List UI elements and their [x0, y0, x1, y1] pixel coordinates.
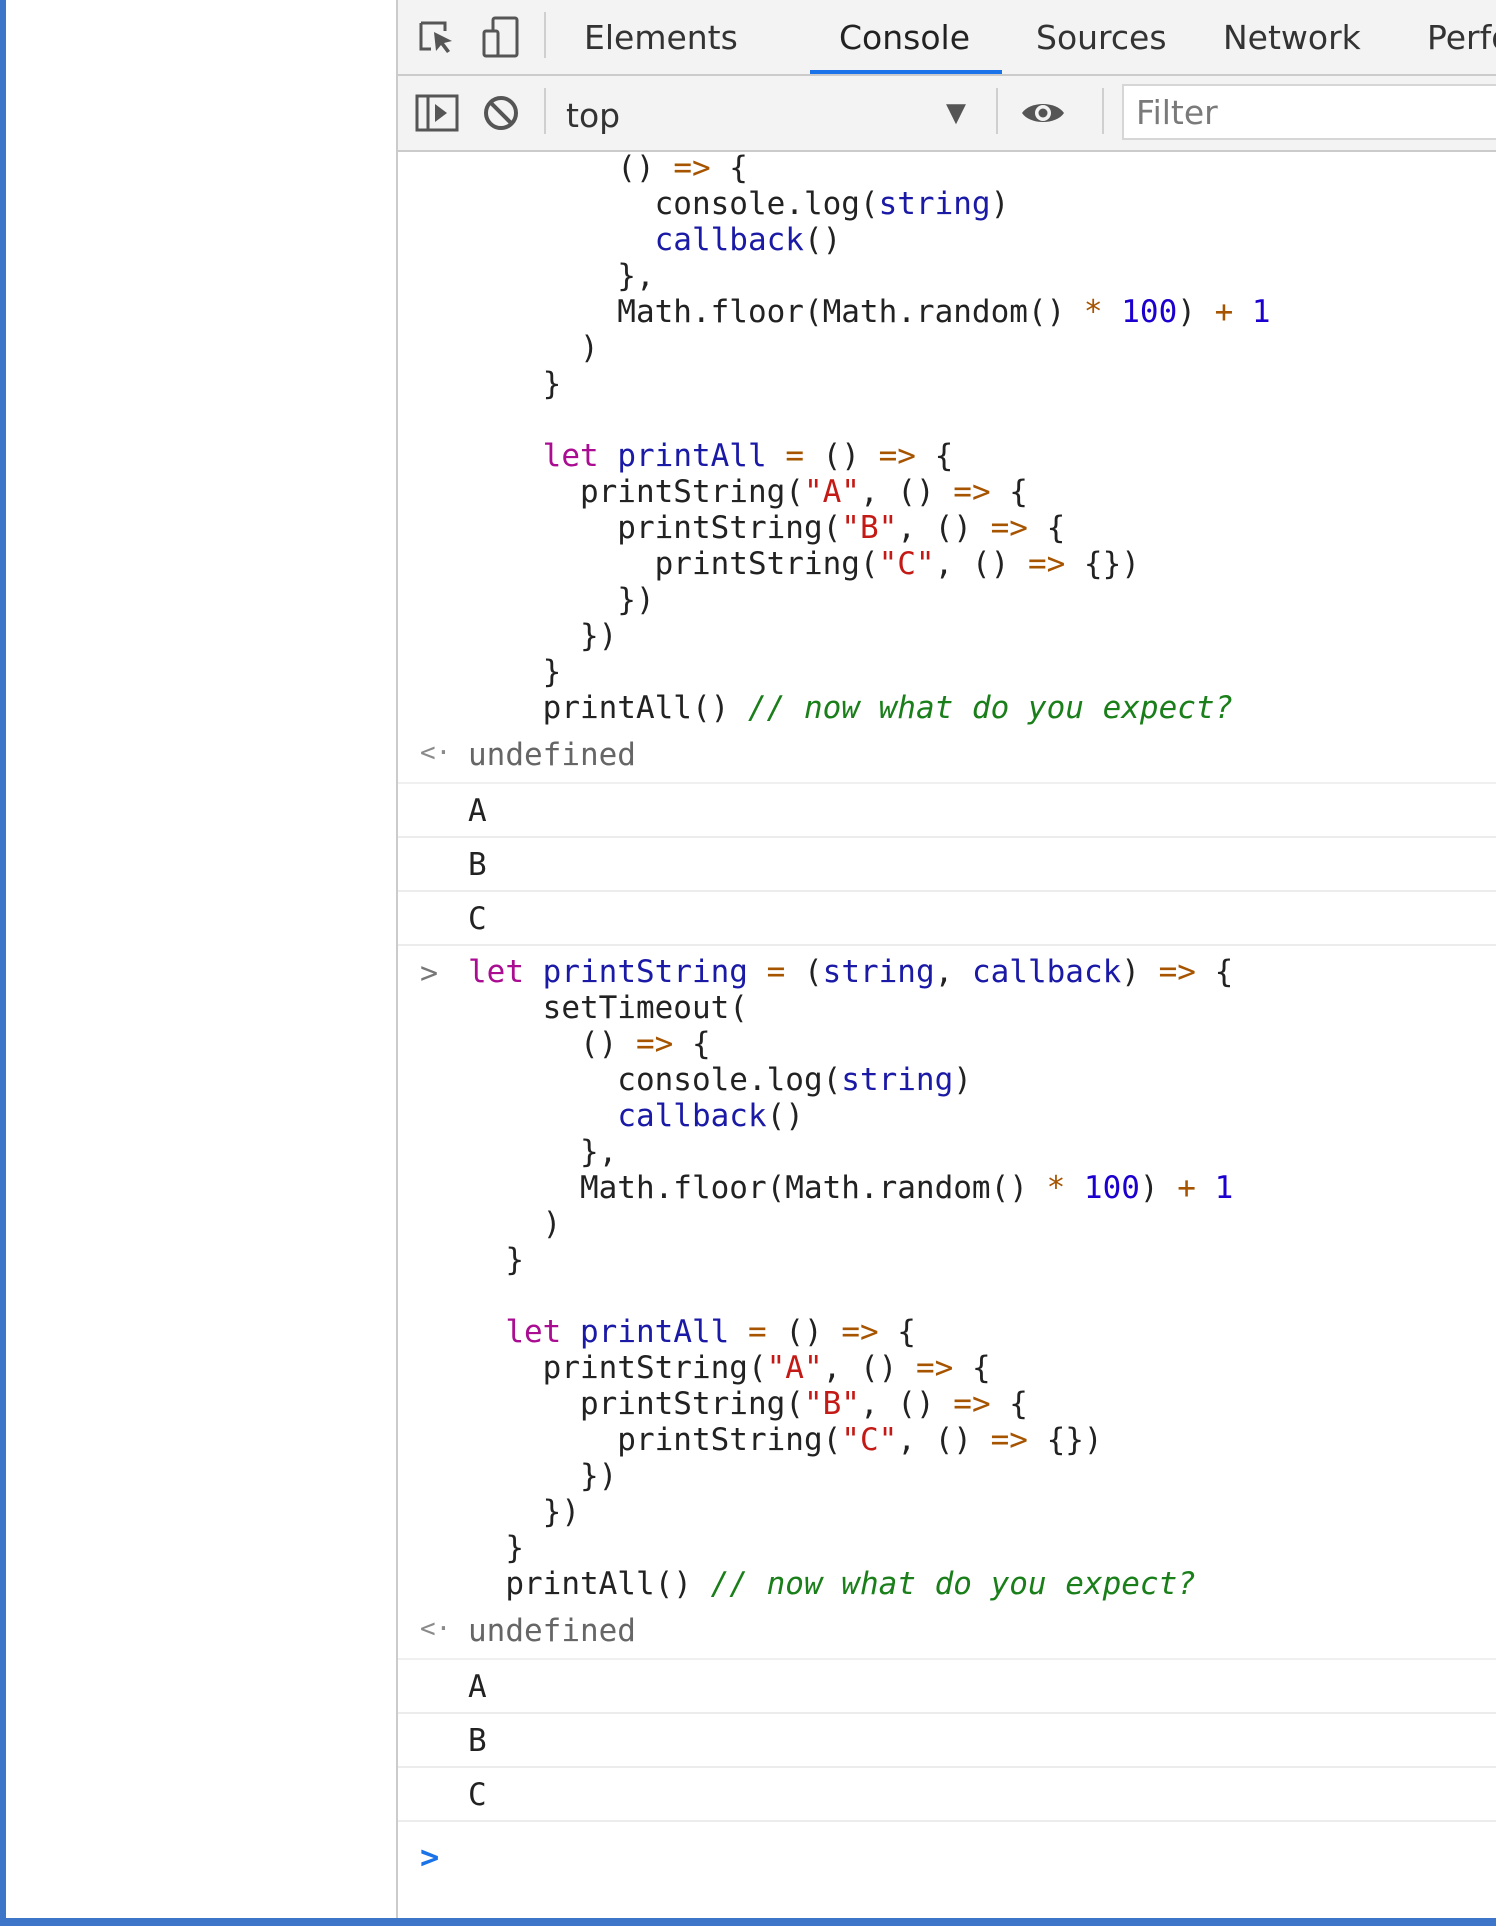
context-selector-label: top — [566, 96, 621, 135]
toolbar-separator — [1102, 88, 1104, 134]
window-frame-bottom — [0, 1918, 1496, 1926]
return-value-arrow-icon: <· — [420, 1614, 452, 1644]
console-log-row: A — [398, 784, 1496, 838]
return-value: undefined — [468, 737, 636, 773]
filter-input-box[interactable] — [1122, 84, 1496, 140]
console-input-entry: > let printString = (string, callback) =… — [398, 946, 1496, 1602]
log-message: B — [468, 1723, 487, 1759]
devtools-panel: Elements Console Sources Network Perfo t… — [396, 0, 1496, 1918]
console-result-row: <· undefined — [398, 730, 1496, 784]
tab-performance[interactable]: Perfo — [1427, 0, 1496, 74]
return-value-arrow-icon: <· — [420, 738, 452, 768]
log-message: B — [468, 847, 487, 883]
filter-input[interactable] — [1124, 86, 1496, 138]
console-log-row: C — [398, 892, 1496, 946]
console-output[interactable]: () => { console.log(string) callback() }… — [398, 152, 1496, 1918]
tab-console-label: Console — [839, 17, 971, 57]
toolbar-separator — [544, 12, 546, 58]
console-log-row: B — [398, 1714, 1496, 1768]
console-log-row: A — [398, 1660, 1496, 1714]
toolbar-separator — [996, 88, 998, 134]
console-messages: () => { console.log(string) callback() }… — [398, 152, 1496, 1902]
console-log-row: C — [398, 1768, 1496, 1822]
context-selector[interactable]: top — [566, 96, 620, 135]
tab-sources[interactable]: Sources — [1036, 0, 1167, 74]
devtools-tabbar: Elements Console Sources Network Perfo — [398, 0, 1496, 76]
tab-console[interactable]: Console — [839, 0, 970, 74]
console-new-input[interactable]: > — [398, 1822, 1496, 1902]
device-toolbar-icon[interactable] — [478, 14, 524, 60]
tab-performance-label: Perfo — [1427, 17, 1496, 57]
element-picker-icon[interactable] — [414, 14, 460, 60]
log-message: A — [468, 793, 487, 829]
tab-elements[interactable]: Elements — [584, 0, 738, 74]
log-message: C — [468, 901, 487, 937]
console-prompt-chevron-icon: > — [420, 1838, 440, 1876]
tab-elements-label: Elements — [584, 17, 738, 57]
active-tab-indicator — [810, 70, 1002, 74]
show-sidebar-icon[interactable] — [414, 90, 460, 136]
dropdown-triangle-icon[interactable]: ▼ — [946, 98, 966, 128]
clear-console-icon[interactable] — [478, 90, 524, 136]
console-input-code: let printString = (string, callback) => … — [468, 954, 1234, 1602]
toolbar-separator — [544, 88, 546, 134]
tab-network[interactable]: Network — [1223, 0, 1361, 74]
console-result-row: <· undefined — [398, 1606, 1496, 1660]
tab-sources-label: Sources — [1036, 17, 1167, 57]
console-input-code-partial: () => { console.log(string) callback() }… — [468, 152, 1271, 726]
live-expression-eye-icon[interactable] — [1020, 90, 1066, 136]
console-toolbar: top ▼ — [398, 76, 1496, 152]
log-message: C — [468, 1777, 487, 1813]
tab-network-label: Network — [1223, 17, 1361, 57]
console-log-row: B — [398, 838, 1496, 892]
return-value: undefined — [468, 1613, 636, 1649]
page-viewport — [6, 0, 396, 1918]
log-message: A — [468, 1669, 487, 1705]
